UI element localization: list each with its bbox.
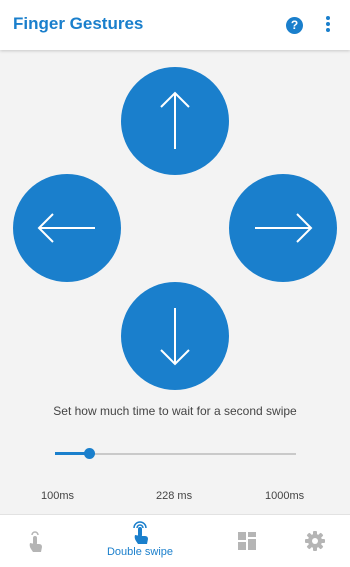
arrow-right-icon [255, 213, 313, 243]
wait-time-description: Set how much time to wait for a second s… [53, 404, 297, 418]
gear-icon [305, 531, 325, 551]
nav-double-swipe[interactable]: Double swipe [95, 515, 185, 567]
arrow-left-icon [37, 213, 95, 243]
slider-thumb[interactable] [84, 448, 96, 459]
nav-double-swipe-label: Double swipe [106, 546, 174, 558]
slider-current-value: 228 ms [156, 490, 193, 502]
slider-max-label: 1000ms [265, 490, 305, 502]
app-bar: Finger Gestures ? [0, 0, 350, 50]
more-vertical-icon[interactable] [323, 16, 333, 36]
gesture-left-button[interactable] [13, 174, 121, 282]
arrow-up-icon [160, 91, 190, 149]
arrow-down-icon [160, 308, 190, 366]
gesture-down-button[interactable] [121, 282, 229, 390]
nav-single-tap[interactable] [20, 515, 50, 567]
gesture-up-button[interactable] [121, 67, 229, 175]
grid-icon [238, 532, 256, 550]
nav-grid[interactable] [232, 515, 262, 567]
nav-settings[interactable] [300, 515, 330, 567]
dot [326, 28, 330, 32]
double-tap-icon [133, 521, 148, 544]
dot [326, 22, 330, 26]
dot [326, 16, 330, 20]
bottom-navigation: Double swipe [0, 514, 350, 567]
wait-time-slider[interactable] [55, 444, 296, 464]
help-icon[interactable]: ? [286, 17, 303, 34]
page-title: Finger Gestures [13, 14, 144, 33]
gesture-right-button[interactable] [229, 174, 337, 282]
slider-min-label: 100ms [41, 490, 75, 502]
single-tap-icon [29, 531, 42, 552]
